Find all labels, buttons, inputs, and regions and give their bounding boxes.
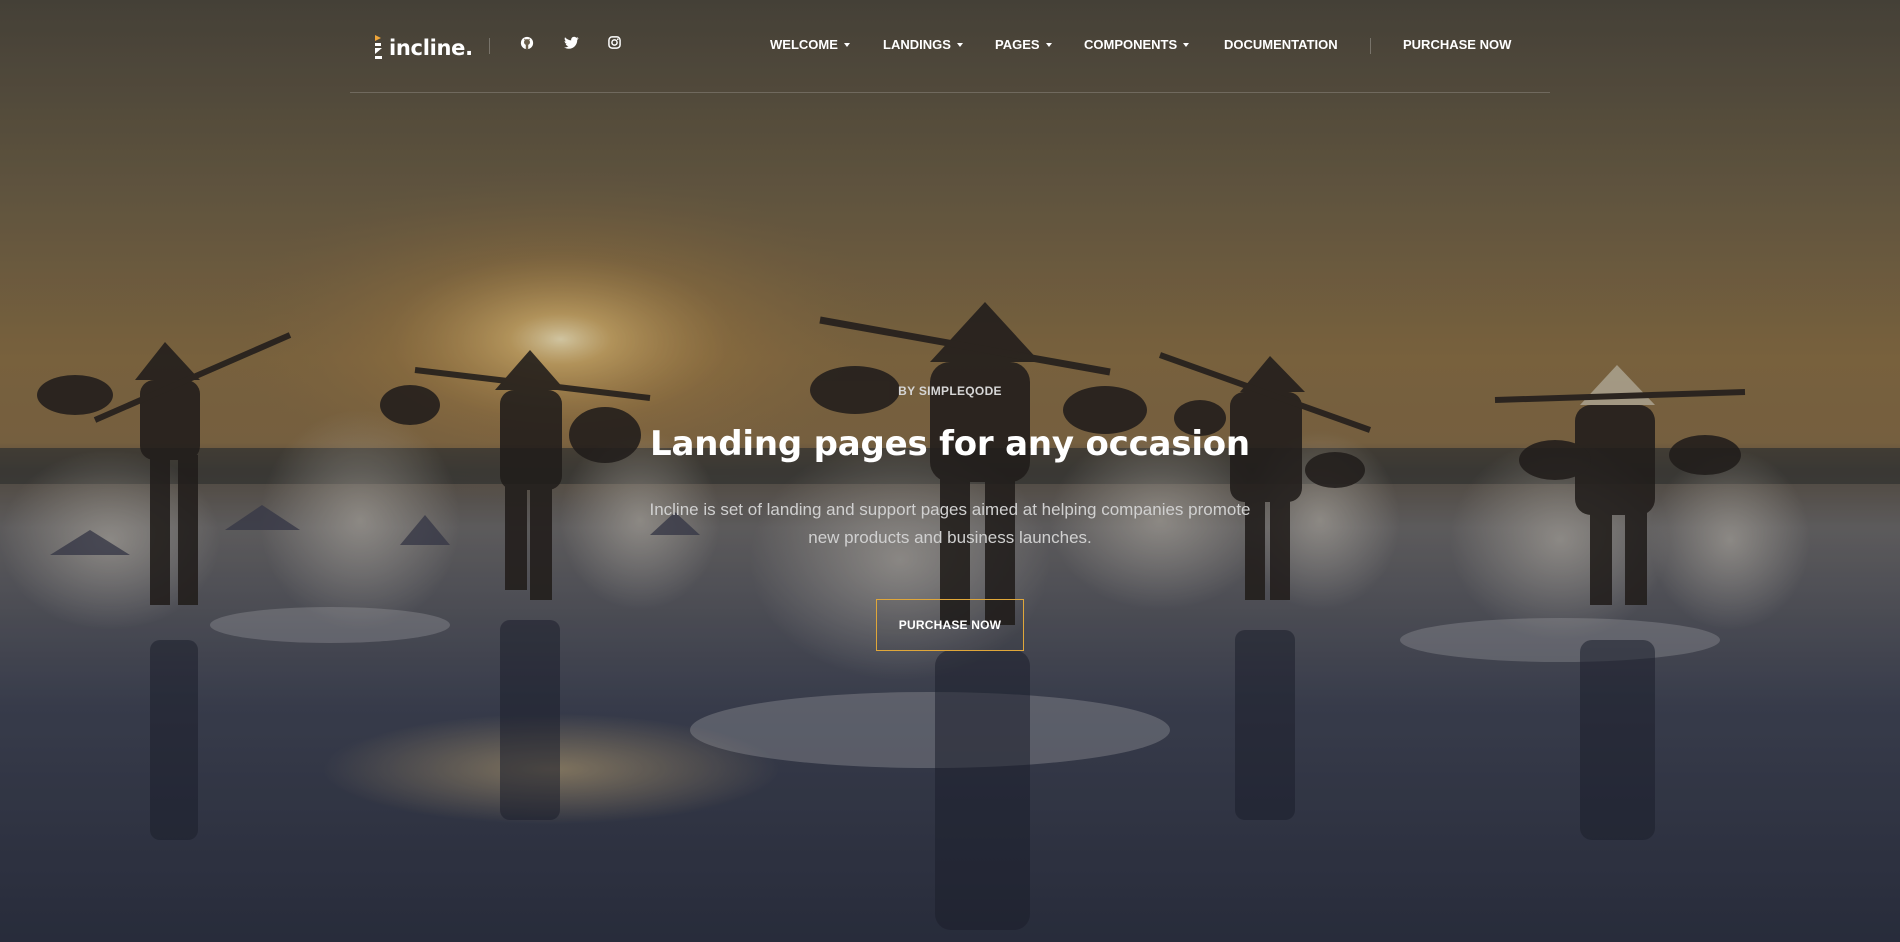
nav-item-documentation[interactable]: DOCUMENTATION	[1224, 37, 1338, 52]
github-icon[interactable]	[520, 36, 536, 52]
brand-name: incline.	[389, 36, 473, 60]
nav-divider	[1370, 38, 1371, 54]
nav-item-welcome[interactable]: WELCOME	[770, 37, 850, 52]
hero-description-line-1: Incline is set of landing and support pa…	[649, 500, 1251, 519]
caret-down-icon	[956, 43, 963, 47]
hero-title: Landing pages for any occasion	[650, 424, 1250, 464]
nav-item-label: PAGES	[995, 37, 1040, 52]
hero-overlay	[0, 0, 1900, 942]
nav-item-components[interactable]: COMPONENTS	[1084, 37, 1190, 52]
hero-section: incline. WELCOME LANDINGS PAGES COMPONEN…	[0, 0, 1900, 942]
logo-mark-icon	[374, 34, 384, 62]
hero-description-line-2: new products and business launches.	[808, 528, 1092, 547]
site-header: incline. WELCOME LANDINGS PAGES COMPONEN…	[350, 0, 1550, 93]
nav-item-landings[interactable]: LANDINGS	[883, 37, 963, 52]
nav-item-pages[interactable]: PAGES	[995, 37, 1052, 52]
header-divider	[489, 38, 490, 54]
purchase-now-label: PURCHASE NOW	[898, 618, 1002, 632]
nav-item-label: DOCUMENTATION	[1224, 37, 1338, 52]
instagram-icon[interactable]	[608, 36, 624, 52]
hero-description: Incline is set of landing and support pa…	[600, 496, 1300, 552]
nav-item-label: LANDINGS	[883, 37, 951, 52]
caret-down-icon	[1183, 43, 1190, 47]
nav-purchase-button[interactable]: PURCHASE NOW	[1403, 37, 1511, 52]
caret-down-icon	[843, 43, 850, 47]
purchase-now-button[interactable]: PURCHASE NOW	[876, 599, 1024, 651]
nav-item-label: COMPONENTS	[1084, 37, 1178, 52]
hero-eyebrow: BY SIMPLEQODE	[898, 384, 1002, 398]
nav-purchase-label: PURCHASE NOW	[1403, 37, 1512, 52]
nav-item-label: WELCOME	[770, 37, 838, 52]
twitter-icon[interactable]	[564, 36, 580, 52]
brand-logo[interactable]: incline.	[374, 33, 473, 63]
caret-down-icon	[1045, 43, 1052, 47]
